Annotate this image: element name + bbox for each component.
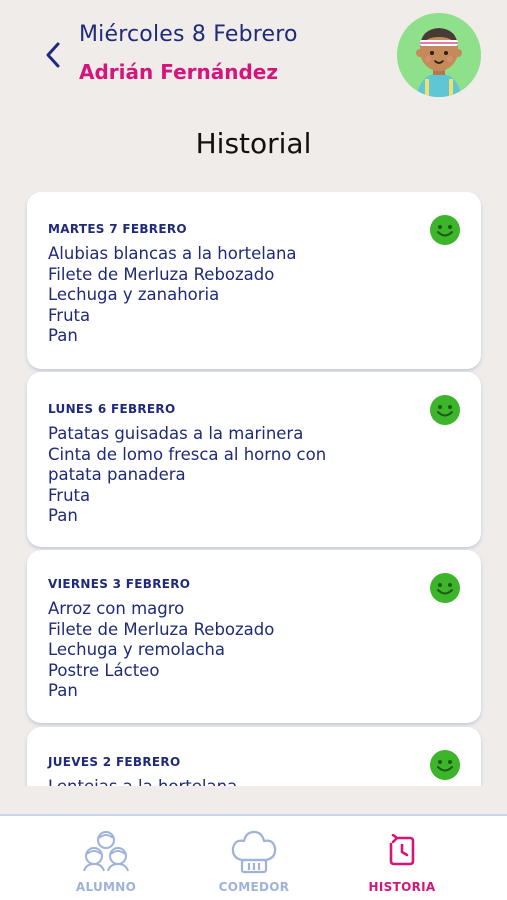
current-date: Miércoles 8 Febrero (79, 22, 298, 47)
nav-alumno[interactable]: ALUMNO (41, 816, 171, 900)
happy-face-icon (430, 573, 460, 603)
menu-item: Lechuga y remolacha (48, 640, 225, 660)
nav-alumno-label: ALUMNO (75, 880, 137, 894)
menu-items: Lentejas a la hortelana (48, 777, 237, 786)
menu-item: Pan (48, 506, 78, 526)
happy-face-icon (430, 750, 460, 780)
menu-item: Patatas guisadas a la marinera (48, 424, 304, 443)
menu-item: Filete de Merluza Rebozado (48, 264, 275, 284)
menu-item: Postre Lácteo (48, 660, 160, 680)
back-button[interactable] (40, 40, 66, 70)
menu-item: Lentejas a la hortelana (48, 777, 237, 786)
menu-item: Arroz con magro (48, 599, 185, 618)
menu-item: Fruta (48, 305, 91, 325)
menu-item: Alubias blancas a la hortelana (48, 244, 297, 263)
history-card[interactable]: MARTES 7 FEBRERO Alubias blancas a la ho… (27, 192, 481, 369)
menu-items: Alubias blancas a la hortelana Filete de… (48, 244, 297, 347)
header: Miércoles 8 Febrero Adrián Fernández (0, 0, 507, 110)
card-date: LUNES 6 FEBRERO (48, 402, 176, 416)
screen: Miércoles 8 Febrero Adrián Fernández His… (0, 0, 507, 900)
chef-hat-icon (231, 830, 277, 874)
card-date: MARTES 7 FEBRERO (48, 222, 187, 236)
happy-face-icon (430, 395, 460, 425)
menu-item: patata panadera (48, 465, 186, 485)
history-card[interactable]: JUEVES 2 FEBRERO Lentejas a la hortelana (27, 727, 481, 786)
menu-items: Arroz con magro Filete de Merluza Reboza… (48, 599, 274, 702)
chevron-left-icon (46, 42, 60, 68)
menu-item: Pan (48, 681, 78, 701)
nav-historia[interactable]: HISTORIA (337, 816, 467, 900)
menu-item: Lechuga y zanahoria (48, 285, 220, 305)
menu-items: Patatas guisadas a la marinera Cinta de … (48, 424, 326, 527)
history-card[interactable]: VIERNES 3 FEBRERO Arroz con magro Filete… (27, 550, 481, 723)
nav-historia-label: HISTORIA (368, 880, 436, 894)
happy-face-icon (430, 215, 460, 245)
students-group-icon (83, 831, 129, 872)
menu-item: Pan (48, 326, 78, 346)
nav-comedor-label: COMEDOR (218, 880, 290, 894)
history-list[interactable]: MARTES 7 FEBRERO Alubias blancas a la ho… (0, 192, 507, 786)
menu-item: Cinta de lomo fresca al horno con (48, 444, 327, 464)
bottom-nav: ALUMNO COMEDOR HISTORIA (0, 814, 507, 900)
history-card[interactable]: LUNES 6 FEBRERO Patatas guisadas a la ma… (27, 372, 481, 547)
student-name: Adrián Fernández (79, 60, 278, 84)
menu-item: Filete de Merluza Rebozado (48, 619, 275, 639)
page-title: Historial (195, 127, 312, 160)
card-date: VIERNES 3 FEBRERO (48, 577, 191, 591)
child-avatar-icon (397, 13, 481, 97)
menu-item: Fruta (48, 485, 91, 505)
card-date: JUEVES 2 FEBRERO (48, 755, 181, 769)
nav-comedor[interactable]: COMEDOR (189, 816, 319, 900)
avatar[interactable] (397, 13, 481, 97)
history-clock-icon (389, 834, 415, 866)
